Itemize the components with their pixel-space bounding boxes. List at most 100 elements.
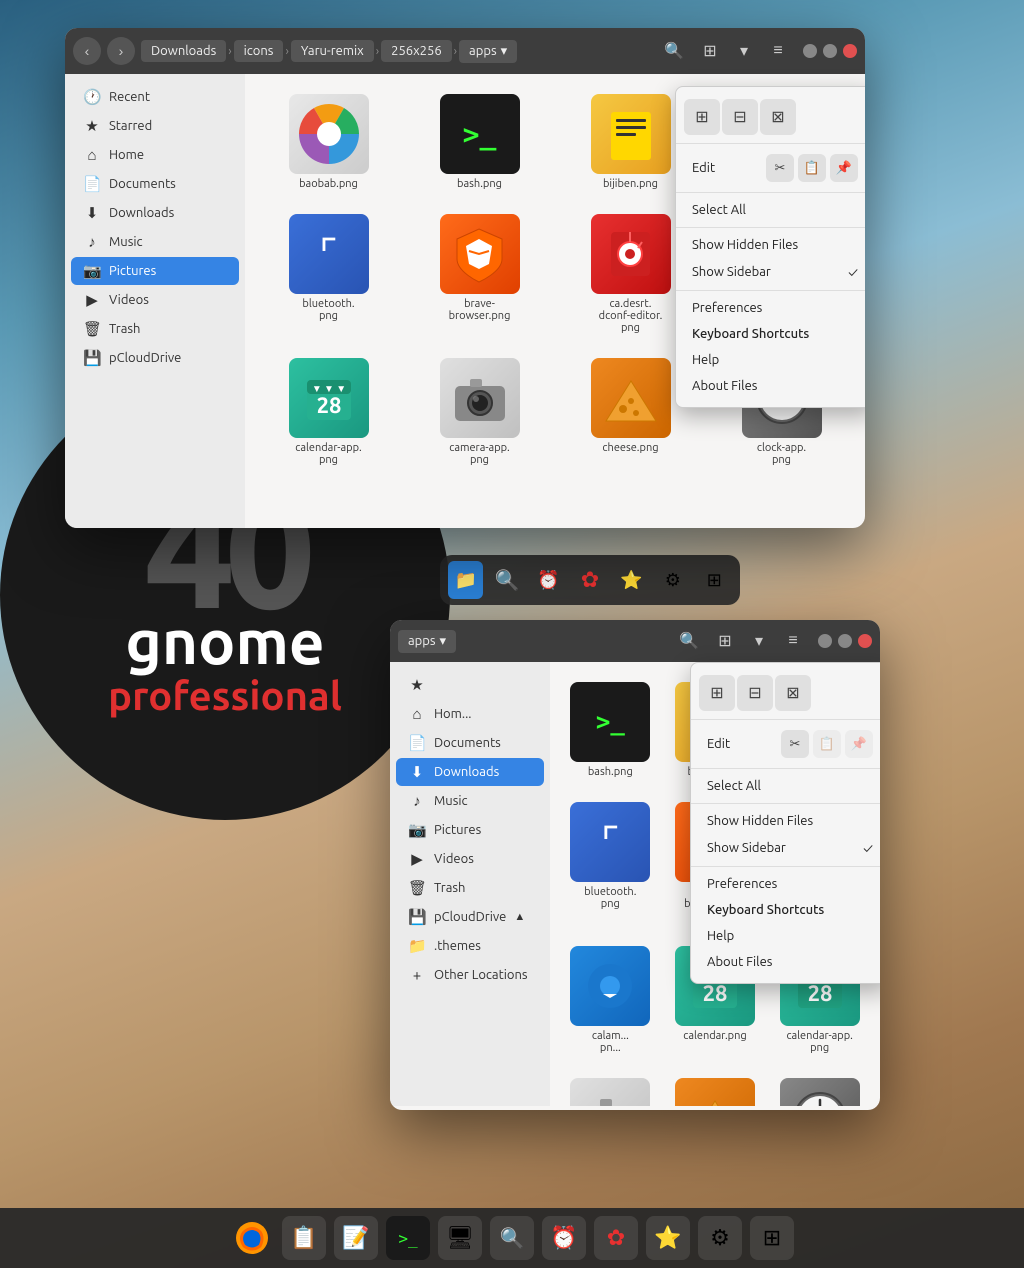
menu-icon-btn-2[interactable]: ⊟ [722,99,758,135]
menu-icon-btn-b2[interactable]: ⊟ [737,675,773,711]
close-button[interactable] [843,44,857,58]
menu-item-keyboard-shortcuts[interactable]: Keyboard Shortcuts [676,321,865,347]
dock-icon-pinwheel[interactable]: ✿ [572,561,607,599]
sidebar-item-documents[interactable]: 📄 Documents [71,170,239,198]
copy-btn[interactable]: 📋 [798,154,826,182]
menu-item-hidden-files[interactable]: Show Hidden Files [676,232,865,258]
maximize-btn-bottom[interactable] [838,634,852,648]
dock-icon-files[interactable]: 📁 [448,561,483,599]
file-item-camera-app[interactable]: camera-app.png [408,350,551,474]
sidebar-item-pcloud-bottom[interactable]: 💾 pCloudDrive ▲ [396,903,544,931]
view-toggle-btn-bottom[interactable]: ⊞ [710,626,740,656]
sidebar-item-recent[interactable]: 🕐 Recent [71,83,239,111]
menu-button[interactable]: ≡ [763,36,793,66]
dock-icon-grid[interactable]: ⊞ [697,561,732,599]
file-item-cheese-b[interactable]: cheese.png [667,1070,764,1106]
taskbar-icon-notes[interactable]: 📝 [334,1216,378,1260]
sidebar-item-starred-bottom[interactable]: ★ [396,671,544,699]
breadcrumb-apps-bottom[interactable]: apps ▾ [398,630,456,653]
minimize-btn-bottom[interactable] [818,634,832,648]
taskbar-icon-screen[interactable]: 🖥 [438,1216,482,1260]
sidebar-item-downloads[interactable]: ⬇ Downloads [71,199,239,227]
menu-item-preferences[interactable]: Preferences [676,295,865,321]
search-button-bottom[interactable]: 🔍 [674,626,704,656]
file-item-calendar-app[interactable]: ▼ ▼ ▼ 28 calendar-app.png [257,350,400,474]
minimize-button[interactable] [803,44,817,58]
sidebar-item-trash[interactable]: 🗑 Trash [71,315,239,343]
file-item-camera-b[interactable]: camera-app.png [562,1070,659,1106]
close-btn-bottom[interactable] [858,634,872,648]
menu-item-help[interactable]: Help [676,347,865,373]
sidebar-item-pictures-bottom[interactable]: 📷 Pictures [396,816,544,844]
taskbar-icon-clock[interactable]: ⏰ [542,1216,586,1260]
dock-icon-magnify[interactable]: 🔍 [489,561,524,599]
dock-icon-clock[interactable]: ⏰ [531,561,566,599]
sort-button[interactable]: ▾ [729,36,759,66]
search-button-top[interactable]: 🔍 [659,36,689,66]
sidebar-item-pictures[interactable]: 📷 Pictures [71,257,239,285]
maximize-button[interactable] [823,44,837,58]
menu-icon-btn-1[interactable]: ⊞ [684,99,720,135]
sidebar-item-home-bottom[interactable]: ⌂ Hom... [396,700,544,728]
sidebar-item-videos[interactable]: ▶ Videos [71,286,239,314]
breadcrumb-apps[interactable]: apps ▾ [459,40,517,63]
menu-item-hidden-files-bottom[interactable]: Show Hidden Files [691,808,880,834]
sidebar-item-home[interactable]: ⌂ Home [71,141,239,169]
menu-item-edit-bottom[interactable]: Edit ✂ 📋 📌 [691,724,880,764]
menu-btn-bottom[interactable]: ≡ [778,626,808,656]
breadcrumb-downloads[interactable]: Downloads [141,40,226,62]
forward-button[interactable]: › [107,37,135,65]
file-item-bash[interactable]: >_ bash.png [408,86,551,198]
breadcrumb-icons[interactable]: icons [234,40,284,62]
paste-btn[interactable]: 📌 [830,154,858,182]
taskbar-icon-firefox[interactable] [230,1216,274,1260]
menu-item-prefs-bottom[interactable]: Preferences [691,871,880,897]
menu-icon-btn-b3[interactable]: ⊠ [775,675,811,711]
file-item-bluetooth[interactable]: ⌜ bluetooth.png [257,206,400,342]
menu-item-select-all-bottom[interactable]: Select All [691,773,880,799]
copy-btn-b[interactable]: 📋 [813,730,841,758]
sidebar-item-videos-bottom[interactable]: ▶ Videos [396,845,544,873]
sidebar-item-starred[interactable]: ★ Starred [71,112,239,140]
breadcrumb-yaru[interactable]: Yaru-remix [291,40,374,62]
paste-btn-b[interactable]: 📌 [845,730,873,758]
menu-item-edit[interactable]: Edit ✂ 📋 📌 [676,148,865,188]
taskbar-icon-terminal[interactable]: >_ [386,1216,430,1260]
cut-btn-b[interactable]: ✂ [781,730,809,758]
sidebar-item-downloads-bottom[interactable]: ⬇ Downloads [396,758,544,786]
taskbar-icon-files[interactable]: 📋 [282,1216,326,1260]
back-button[interactable]: ‹ [73,37,101,65]
cut-btn[interactable]: ✂ [766,154,794,182]
sidebar-item-pcloud[interactable]: 💾 pCloudDrive [71,344,239,372]
menu-item-about[interactable]: About Files [676,373,865,399]
file-item-bluetooth-b[interactable]: ⌜ bluetooth.png [562,794,659,930]
breadcrumb-size[interactable]: 256x256 [381,40,452,62]
taskbar-icon-settings[interactable]: ⚙ [698,1216,742,1260]
taskbar-icon-pinwheel[interactable]: ✿ [594,1216,638,1260]
sidebar-item-documents-bottom[interactable]: 📄 Documents [396,729,544,757]
taskbar-icon-magnify[interactable]: 🔍 [490,1216,534,1260]
dock-icon-star[interactable]: ⭐ [614,561,649,599]
file-item-bash-b[interactable]: >_ bash.png [562,674,659,786]
sidebar-item-trash-bottom[interactable]: 🗑 Trash [396,874,544,902]
menu-item-show-sidebar[interactable]: Show Sidebar ✓ [676,258,865,286]
file-item-brave[interactable]: brave-browser.png [408,206,551,342]
menu-icon-btn-3[interactable]: ⊠ [760,99,796,135]
sidebar-item-music[interactable]: ♪ Music [71,228,239,256]
sort-btn-bottom[interactable]: ▾ [744,626,774,656]
menu-item-about-bottom[interactable]: About Files [691,949,880,975]
taskbar-icon-grid[interactable]: ⊞ [750,1216,794,1260]
menu-item-help-bottom[interactable]: Help [691,923,880,949]
sidebar-item-themes-bottom[interactable]: 📁 .themes [396,932,544,960]
dock-icon-settings[interactable]: ⚙ [655,561,690,599]
sidebar-item-other-bottom[interactable]: + Other Locations [396,961,544,988]
menu-icon-btn-b1[interactable]: ⊞ [699,675,735,711]
sidebar-item-music-bottom[interactable]: ♪ Music [396,787,544,815]
view-toggle-button[interactable]: ⊞ [695,36,725,66]
taskbar-icon-star[interactable]: ⭐ [646,1216,690,1260]
file-item-clock-b[interactable]: clock-app.png [771,1070,868,1106]
menu-item-show-sidebar-bottom[interactable]: Show Sidebar ✓ [691,834,880,862]
file-item-calam-b[interactable]: calam...pn... [562,938,659,1062]
menu-item-keyboard-shortcuts-bottom[interactable]: Keyboard Shortcuts [691,897,880,923]
file-item-baobab[interactable]: baobab.png [257,86,400,198]
